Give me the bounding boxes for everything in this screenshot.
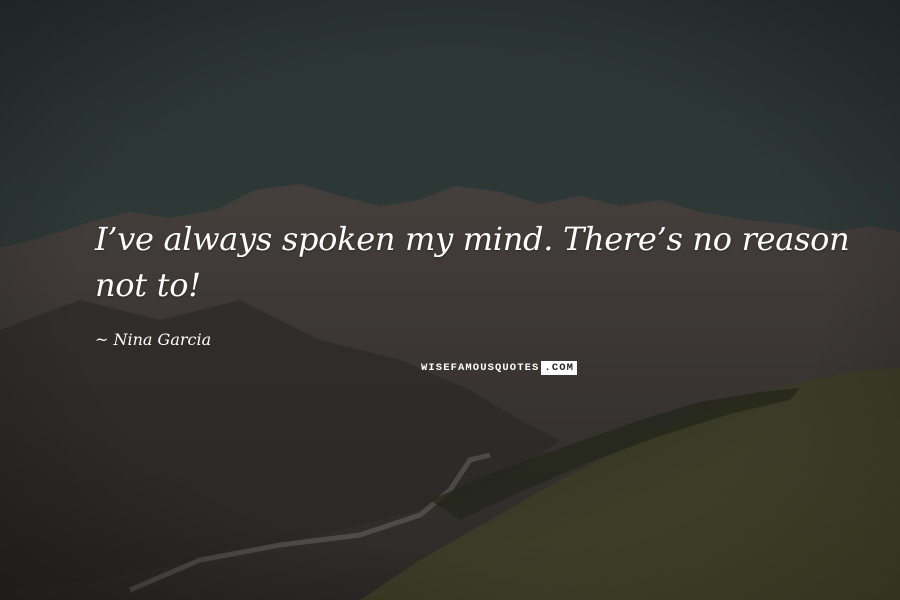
watermark-part2: .COM (541, 361, 578, 375)
site-watermark: WISEFAMOUSQUOTES .COM (421, 361, 578, 375)
quote-author: ~ Nina Garcia (95, 330, 212, 349)
watermark-part1: WISEFAMOUSQUOTES (421, 362, 540, 374)
quote-text: I’ve always spoken my mind. There’s no r… (95, 220, 850, 304)
quote-image: I’ve always spoken my mind. There’s no r… (0, 0, 900, 600)
author-name: Nina Garcia (113, 330, 212, 349)
